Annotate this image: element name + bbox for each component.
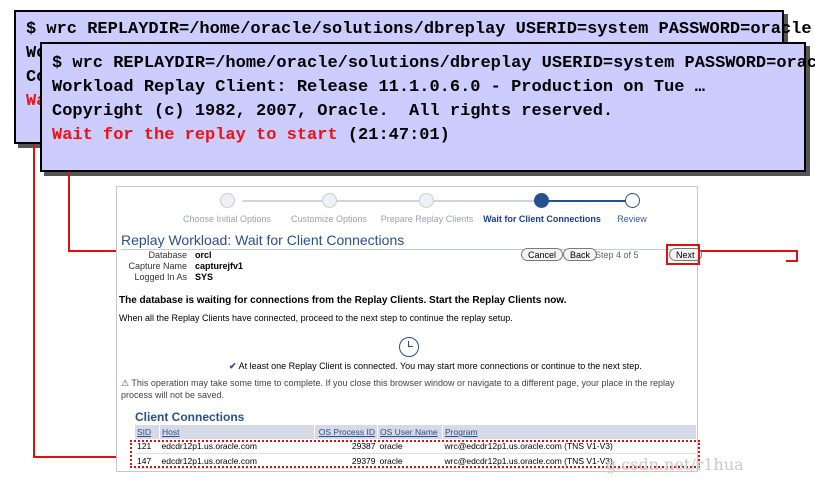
warning-icon: ⚠ (121, 378, 130, 388)
train-label[interactable]: Review (617, 214, 647, 224)
step-indicator: Step 4 of 5 (595, 250, 639, 260)
checkmark-icon: ✔ (229, 361, 237, 371)
next-button-highlight (666, 244, 700, 265)
logged-in-label: Logged In As (134, 272, 187, 282)
train-label[interactable]: Customize Options (291, 214, 367, 224)
instruction-text: When all the Replay Clients have connect… (119, 313, 513, 323)
connector-line (68, 172, 70, 252)
client-connections-title: Client Connections (135, 410, 245, 424)
clock-icon (399, 337, 419, 357)
column-header-os-process-id[interactable]: OS Process ID (314, 425, 378, 439)
wizard-train: Choose Initial Options Customize Options… (117, 189, 697, 231)
column-header-host[interactable]: Host (159, 425, 315, 439)
database-value: orcl (195, 250, 212, 260)
terminal-command: $ wrc REPLAYDIR=/home/oracle/solutions/d… (52, 54, 815, 73)
waiting-message: The database is waiting for connections … (119, 295, 567, 306)
database-label: Database (148, 250, 187, 260)
logged-in-value: SYS (195, 272, 214, 282)
capture-name-label: Capture Name (128, 261, 187, 271)
cancel-button[interactable]: Cancel (521, 248, 564, 261)
watermark: g.csdn.net/r1hua (606, 455, 744, 474)
terminal-window-front: $ wrc REPLAYDIR=/home/oracle/solutions/d… (40, 42, 815, 172)
train-rail-active (537, 200, 632, 202)
train-stop-choose-initial-options[interactable] (220, 193, 235, 208)
warning-text: This operation may take some time to com… (121, 378, 675, 400)
replay-wizard-panel: Choose Initial Options Customize Options… (116, 186, 702, 472)
connected-message: At least one Replay Client is connected.… (238, 361, 642, 371)
train-stop-customize-options[interactable] (322, 193, 337, 208)
page-title: Replay Workload: Wait for Client Connect… (121, 232, 405, 248)
train-stop-review[interactable] (625, 193, 640, 208)
warning-note: ⚠ This operation may take some time to c… (121, 377, 693, 401)
terminal-status: Wait for the replay to start (21:47:01) (52, 126, 450, 146)
capture-name-value: capturejfv1 (195, 261, 244, 271)
train-label[interactable]: Choose Initial Options (183, 214, 271, 224)
connected-status: ✔ At least one Replay Client is connecte… (229, 361, 642, 372)
table-header-row: SID Host OS Process ID OS User Name Prog… (135, 425, 697, 439)
back-button[interactable]: Back (563, 248, 598, 261)
wait-message: Wait for the replay to start (52, 126, 338, 145)
connector-line (786, 260, 798, 262)
train-stop-wait-for-client-connections (534, 193, 549, 208)
connector-line (33, 144, 35, 458)
train-label[interactable]: Prepare Replay Clients (381, 214, 474, 224)
wait-time: (21:47:01) (337, 126, 450, 145)
column-header-os-user-name[interactable]: OS User Name (377, 425, 443, 439)
train-label-current: Wait for Client Connections (483, 214, 601, 224)
terminal-line: Workload Replay Client: Release 11.1.0.6… (52, 78, 705, 97)
terminal-line: $ wrc REPLAYDIR=/home/oracle/solutions/d… (26, 20, 812, 39)
column-header-program[interactable]: Program (442, 425, 697, 439)
terminal-line: Copyright (c) 1982, 2007, Oracle. All ri… (52, 102, 614, 121)
train-stop-prepare-replay-clients[interactable] (419, 193, 434, 208)
column-header-sid[interactable]: SID (135, 425, 160, 439)
